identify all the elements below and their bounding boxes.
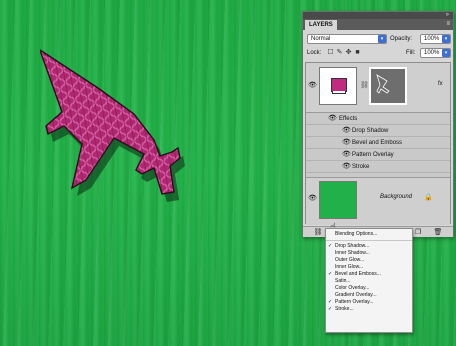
- chevron-down-icon: ▾: [378, 35, 386, 43]
- effect-label: Pattern Overlay: [352, 152, 394, 158]
- chain-link-icon[interactable]: ⛓: [360, 67, 369, 105]
- panel-title-bar[interactable]: »: [303, 12, 453, 19]
- opacity-value: 100%: [424, 36, 440, 42]
- effect-label: Drop Shadow: [352, 128, 389, 134]
- menu-item[interactable]: ✓ Pattern Overlay...: [326, 299, 412, 306]
- menu-item-label: Drop Shadow...: [335, 243, 370, 249]
- visibility-eye-icon[interactable]: 👁: [342, 163, 351, 170]
- opacity-field[interactable]: 100% ▾: [420, 34, 451, 44]
- menu-item-label: Color Overlay...: [335, 285, 370, 291]
- menu-item-label: Outer Glow...: [335, 257, 365, 263]
- visibility-eye-icon[interactable]: 👁: [308, 195, 317, 202]
- layer-thumbnail-shape: [331, 78, 347, 92]
- collapse-icon[interactable]: »: [446, 12, 449, 19]
- layers-panel: » LAYERS ≡ Normal ▾ Opacity: 100% ▾ Lock…: [302, 11, 454, 237]
- menu-item-label: Bevel and Emboss...: [335, 271, 381, 277]
- layer-thumbnail[interactable]: [319, 181, 357, 219]
- visibility-eye-icon[interactable]: 👁: [342, 127, 351, 134]
- fill-value: 100%: [424, 50, 440, 56]
- menu-item[interactable]: Blending Options...: [326, 231, 412, 238]
- panel-tab-row: LAYERS ≡: [303, 19, 453, 30]
- checkmark-icon: ✓: [328, 306, 333, 312]
- layer-thumbnail[interactable]: [319, 67, 357, 105]
- trash-icon[interactable]: 🗑: [433, 228, 443, 237]
- menu-item[interactable]: ✓ Drop Shadow...: [326, 243, 412, 250]
- checkmark-icon: ✓: [328, 271, 333, 277]
- effect-row[interactable]: 👁 Pattern Overlay: [306, 149, 450, 161]
- effect-row[interactable]: 👁 Drop Shadow: [306, 125, 450, 137]
- lock-all-icon[interactable]: ■: [354, 49, 361, 57]
- new-layer-icon[interactable]: ❐: [413, 228, 423, 237]
- effects-label: Effects: [339, 116, 358, 122]
- lock-position-icon[interactable]: ✥: [345, 49, 352, 57]
- layer-thumbnail-base: [332, 91, 346, 94]
- tab-layers[interactable]: LAYERS: [305, 20, 337, 30]
- menu-item[interactable]: Inner Shadow...: [326, 250, 412, 257]
- menu-item[interactable]: Color Overlay...: [326, 285, 412, 292]
- lock-icon: 🔒: [424, 194, 433, 201]
- visibility-eye-icon[interactable]: 👁: [342, 139, 351, 146]
- blend-row: Normal ▾ Opacity: 100% ▾: [307, 34, 451, 45]
- blend-mode-value: Normal: [311, 36, 331, 42]
- effects-list: 👁 Effects 👁 Drop Shadow 👁 Bevel and Embo…: [306, 113, 450, 177]
- menu-item[interactable]: Satin...: [326, 278, 412, 285]
- mask-shape-icon: [376, 74, 390, 94]
- layer-name[interactable]: Background: [380, 194, 412, 200]
- menu-item-label: Pattern Overlay...: [335, 299, 374, 305]
- lock-label: Lock:: [307, 50, 322, 56]
- menu-item[interactable]: ✓ Stroke...: [326, 306, 412, 313]
- effect-row[interactable]: 👁 Bevel and Emboss: [306, 137, 450, 149]
- menu-item-label: Inner Shadow...: [335, 250, 370, 256]
- menu-item-label: Gradient Overlay...: [335, 292, 377, 298]
- effect-label: Stroke: [352, 164, 370, 170]
- visibility-eye-icon[interactable]: 👁: [308, 82, 317, 89]
- layer-style-menu: Blending Options... ✓ Drop Shadow... Inn…: [325, 228, 413, 333]
- menu-item[interactable]: ✓ Bevel and Emboss...: [326, 271, 412, 278]
- checkmark-icon: ✓: [328, 243, 333, 249]
- menu-item-label: Satin...: [335, 278, 351, 284]
- chevron-down-icon: ▾: [442, 35, 450, 43]
- layer-row-shape[interactable]: 👁 ⛓ fx: [306, 63, 450, 113]
- panel-menu-icon[interactable]: ≡: [446, 20, 450, 29]
- fill-label: Fill:: [406, 50, 416, 56]
- menu-divider: [326, 240, 412, 241]
- lock-transparent-icon[interactable]: ☐: [327, 49, 334, 57]
- menu-item-label: Stroke...: [335, 306, 354, 312]
- visibility-eye-icon[interactable]: 👁: [328, 115, 337, 122]
- blend-mode-select[interactable]: Normal ▾: [307, 34, 387, 44]
- layer-row-background[interactable]: 👁 Background 🔒: [306, 177, 450, 225]
- menu-item-label: Inner Glow...: [335, 264, 364, 270]
- checkmark-icon: ✓: [328, 299, 333, 305]
- airplane-shape[interactable]: [40, 48, 200, 213]
- effect-label: Bevel and Emboss: [352, 140, 403, 146]
- effect-row[interactable]: 👁 Stroke: [306, 161, 450, 173]
- menu-item[interactable]: Outer Glow...: [326, 257, 412, 264]
- fx-indicator-icon[interactable]: fx: [438, 81, 443, 87]
- effects-header[interactable]: 👁 Effects: [306, 113, 450, 125]
- opacity-label: Opacity:: [390, 36, 413, 42]
- visibility-eye-icon[interactable]: 👁: [342, 151, 351, 158]
- menu-item[interactable]: Gradient Overlay...: [326, 292, 412, 299]
- menu-item[interactable]: Inner Glow...: [326, 264, 412, 271]
- vector-mask-thumbnail[interactable]: [369, 67, 407, 105]
- menu-item-label: Blending Options...: [335, 231, 378, 237]
- lock-row: Lock: ☐ ✎ ✥ ■ Fill: 100% ▾: [307, 48, 451, 59]
- link-icon[interactable]: ⛓: [313, 228, 323, 237]
- layers-list: 👁 ⛓ fx 👁 Effects 👁 Drop Shadow 👁 Bevel a…: [305, 62, 451, 225]
- lock-image-icon[interactable]: ✎: [336, 49, 343, 57]
- chevron-down-icon: ▾: [442, 49, 450, 57]
- fill-field[interactable]: 100% ▾: [420, 48, 451, 58]
